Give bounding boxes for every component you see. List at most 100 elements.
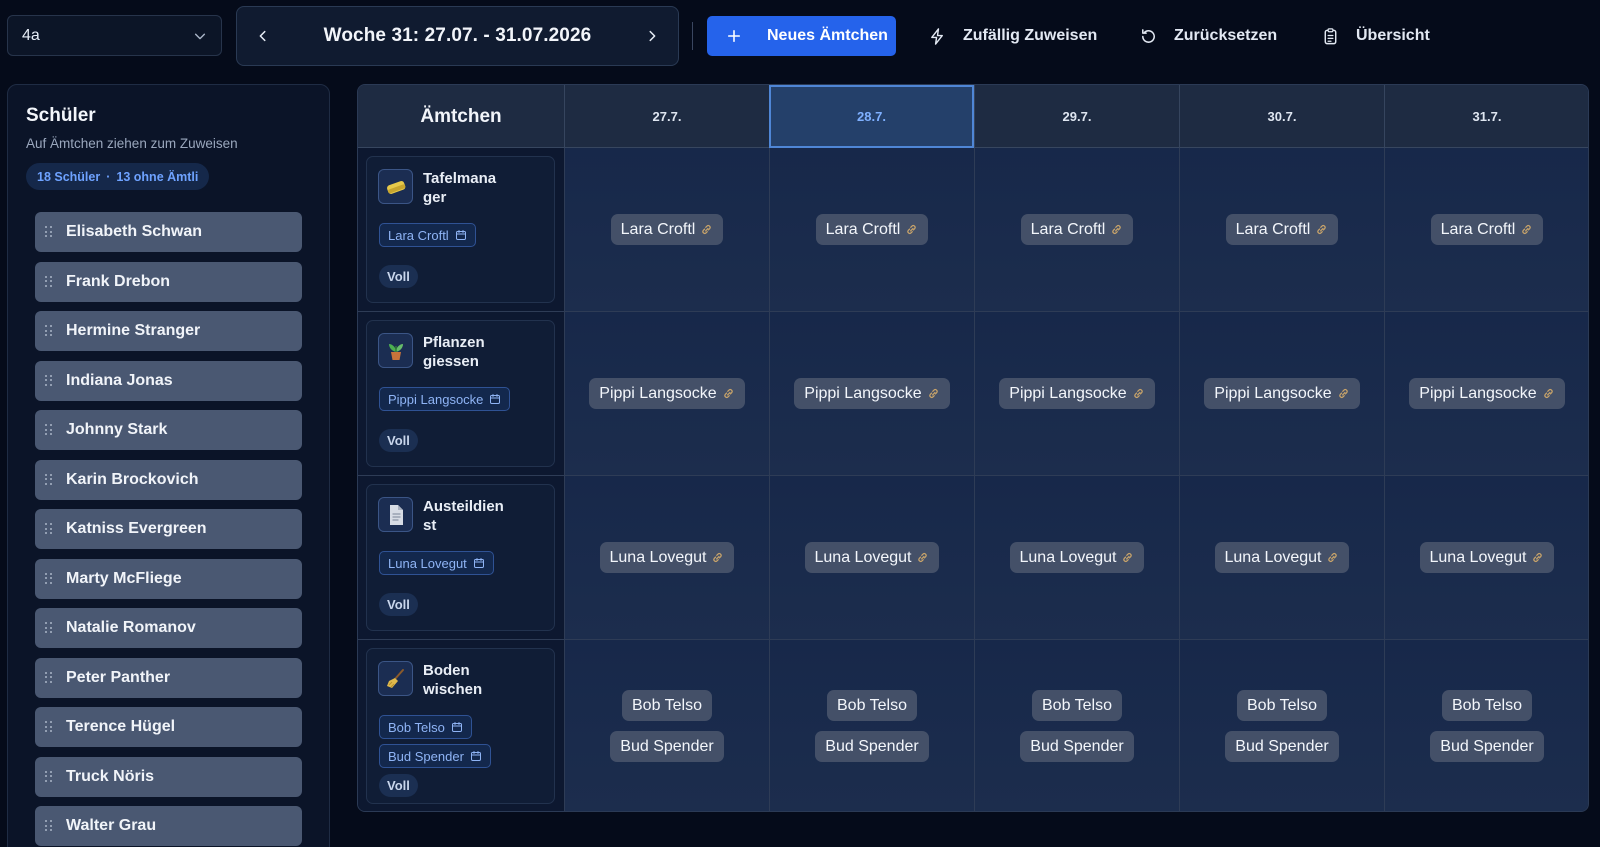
schedule-cell[interactable]: Lara Croftl — [974, 148, 1179, 311]
class-select[interactable]: 4a — [7, 15, 222, 56]
duty-card[interactable]: Boden wischen Bob Telso Bud Spender Voll — [366, 648, 555, 804]
assigned-student-tag[interactable]: Bob Telso — [379, 715, 472, 739]
student-chip-name: Luna Lovegut — [1224, 548, 1322, 566]
student-chip[interactable]: Lara Croftl — [815, 214, 929, 245]
student-chip[interactable]: Lara Croftl — [610, 214, 724, 245]
week-navigator: Woche 31: 27.07. - 31.07.2026 — [236, 6, 679, 66]
duty-card[interactable]: Pflanzen giessen Pippi Langsocke Voll — [366, 320, 555, 467]
schedule-cell[interactable]: Luna Lovegut — [564, 476, 769, 639]
student-chip-name: Bob Telso — [1042, 696, 1112, 714]
student-item[interactable]: Peter Panther — [35, 657, 302, 698]
student-item[interactable]: Walter Grau — [35, 806, 302, 846]
broom-icon — [384, 667, 408, 691]
chevron-right-icon — [649, 30, 656, 42]
schedule-cell[interactable]: Pippi Langsocke — [769, 312, 974, 475]
student-chip[interactable]: Bob Telso — [827, 690, 917, 721]
student-chip[interactable]: Bud Spender — [1430, 731, 1544, 762]
schedule-cell[interactable]: Bob Telso Bud Spender — [1384, 640, 1588, 811]
random-assign-label: Zufällig Zuweisen — [963, 27, 1098, 44]
student-item[interactable]: Indiana Jonas — [35, 360, 302, 401]
duty-name: Boden wischen — [423, 662, 483, 698]
day-header[interactable]: 29.7. — [974, 85, 1179, 148]
schedule-cell[interactable]: Bob Telso Bud Spender — [564, 640, 769, 811]
schedule-cell[interactable]: Bob Telso Bud Spender — [1179, 640, 1384, 811]
overview-label: Übersicht — [1356, 27, 1430, 44]
previous-week-button[interactable] — [251, 24, 275, 48]
next-week-button[interactable] — [640, 24, 664, 48]
student-chip[interactable]: Bud Spender — [1020, 731, 1134, 762]
student-chip[interactable]: Luna Lovegut — [1419, 542, 1555, 573]
student-chip[interactable]: Bud Spender — [815, 731, 929, 762]
link-icon — [1520, 223, 1533, 236]
student-chip[interactable]: Bob Telso — [622, 690, 712, 721]
student-chip[interactable]: Bob Telso — [1442, 690, 1532, 721]
student-item[interactable]: Johnny Stark — [35, 410, 302, 450]
student-item[interactable]: Natalie Romanov — [35, 608, 302, 648]
assigned-student-tag[interactable]: Pippi Langsocke — [379, 387, 511, 411]
schedule-cell[interactable]: Lara Croftl — [769, 148, 974, 311]
schedule-cell[interactable]: Luna Lovegut — [974, 476, 1179, 639]
student-chip[interactable]: Lara Croftl — [1020, 214, 1134, 245]
assigned-student-tag[interactable]: Lara Croftl — [379, 223, 476, 247]
student-chip[interactable]: Pippi Langsocke — [999, 378, 1155, 409]
drag-handle-icon — [45, 671, 53, 684]
schedule-cell[interactable]: Luna Lovegut — [769, 476, 974, 639]
schedule-cell[interactable]: Lara Croftl — [1179, 148, 1384, 311]
schedule-cell[interactable]: Lara Croftl — [564, 148, 769, 311]
student-chip[interactable]: Pippi Langsocke — [1409, 378, 1565, 409]
assigned-student-tag[interactable]: Bud Spender — [379, 744, 491, 768]
drag-handle-icon — [45, 424, 53, 436]
student-chip[interactable]: Bud Spender — [610, 731, 724, 762]
count-separator: · — [106, 169, 111, 184]
schedule-cell[interactable]: Luna Lovegut — [1179, 476, 1384, 639]
student-chip[interactable]: Luna Lovegut — [804, 542, 940, 573]
student-chip[interactable]: Luna Lovegut — [1009, 542, 1145, 573]
student-item[interactable]: Frank Drebon — [35, 261, 302, 302]
student-item[interactable]: Karin Brockovich — [35, 459, 302, 500]
assigned-student-tag[interactable]: Luna Lovegut — [379, 551, 494, 575]
new-duty-button[interactable]: Neues Ämtchen — [707, 16, 896, 56]
drag-handle-icon — [45, 226, 53, 238]
student-chip-name: Bud Spender — [620, 737, 714, 755]
duty-schedule-grid: Ämtchen 27.7. 28.7. 29.7. 30.7. 31.7. Tafelm… — [357, 84, 1589, 812]
duty-icon-frame — [378, 169, 413, 204]
student-chip-name: Pippi Langsocke — [804, 384, 922, 402]
day-header[interactable]: 31.7. — [1384, 85, 1588, 148]
student-chip[interactable]: Luna Lovegut — [1214, 542, 1350, 573]
reset-button[interactable]: Zurücksetzen — [1139, 16, 1277, 56]
schedule-cell[interactable]: Pippi Langsocke — [974, 312, 1179, 475]
overview-button[interactable]: Übersicht — [1321, 16, 1430, 56]
random-assign-button[interactable]: Zufällig Zuweisen — [928, 16, 1097, 56]
student-item[interactable]: Marty McFliege — [35, 558, 302, 599]
day-header[interactable]: 28.7. — [769, 85, 974, 148]
student-chip[interactable]: Bud Spender — [1225, 731, 1339, 762]
student-chip[interactable]: Bob Telso — [1237, 690, 1327, 721]
week-title: Woche 31: 27.07. - 31.07.2026 — [323, 25, 592, 46]
student-chip[interactable]: Bob Telso — [1032, 690, 1122, 721]
day-header[interactable]: 30.7. — [1179, 85, 1384, 148]
schedule-cell[interactable]: Bob Telso Bud Spender — [974, 640, 1179, 811]
student-chip[interactable]: Lara Croftl — [1225, 214, 1339, 245]
schedule-cell[interactable]: Bob Telso Bud Spender — [769, 640, 974, 811]
drag-handle-icon — [45, 473, 53, 486]
student-item[interactable]: Truck Nöris — [35, 756, 302, 797]
student-chip[interactable]: Luna Lovegut — [599, 542, 735, 573]
schedule-cell[interactable]: Lara Croftl — [1384, 148, 1588, 311]
student-item[interactable]: Katniss Evergreen — [35, 509, 302, 549]
sidebar-subtitle: Auf Ämtchen ziehen zum Zuweisen — [26, 136, 238, 151]
duty-card[interactable]: Tafelmana ger Lara Croftl Voll — [366, 156, 555, 303]
student-item[interactable]: Elisabeth Schwan — [35, 212, 302, 252]
schedule-cell[interactable]: Pippi Langsocke — [1384, 312, 1588, 475]
student-item[interactable]: Hermine Stranger — [35, 311, 302, 351]
schedule-cell[interactable]: Pippi Langsocke — [1179, 312, 1384, 475]
schedule-cell[interactable]: Luna Lovegut — [1384, 476, 1588, 639]
day-header[interactable]: 27.7. — [564, 85, 769, 148]
student-chip[interactable]: Pippi Langsocke — [589, 378, 745, 409]
student-chip[interactable]: Pippi Langsocke — [794, 378, 950, 409]
duty-row: Austeildien st Luna Lovegut Voll Luna Loveg… — [358, 476, 1588, 640]
student-chip[interactable]: Pippi Langsocke — [1204, 378, 1360, 409]
schedule-cell[interactable]: Pippi Langsocke — [564, 312, 769, 475]
student-chip[interactable]: Lara Croftl — [1430, 214, 1544, 245]
duty-card[interactable]: Austeildien st Luna Lovegut Voll — [366, 484, 555, 631]
student-item[interactable]: Terence Hügel — [35, 707, 302, 747]
